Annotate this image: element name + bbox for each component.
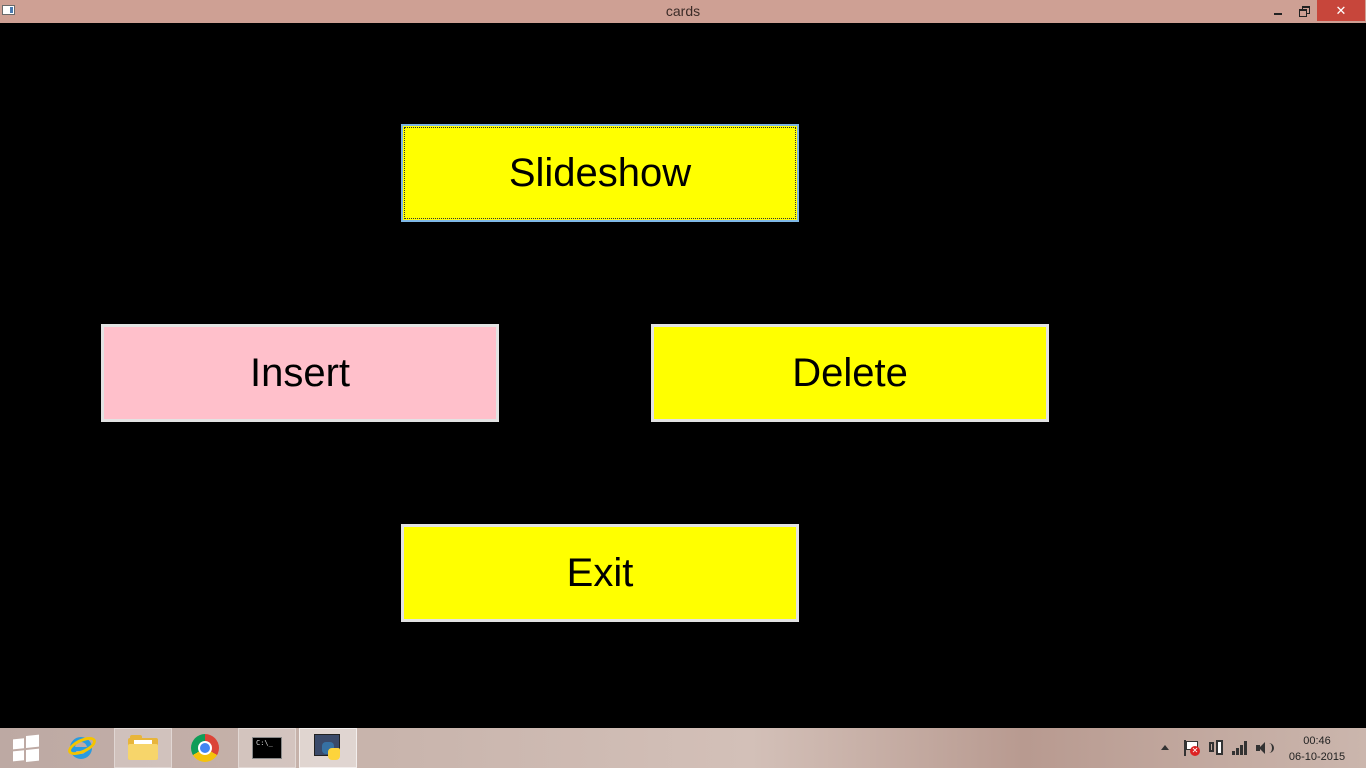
taskbar-chrome[interactable] xyxy=(175,728,235,768)
clock-date: 06-10-2015 xyxy=(1288,751,1346,763)
chevron-up-icon xyxy=(1161,745,1169,750)
start-button[interactable] xyxy=(0,728,52,768)
internet-explorer-icon xyxy=(65,733,99,763)
windows-logo-icon xyxy=(13,734,39,762)
exit-button[interactable]: Exit xyxy=(401,524,799,622)
app-client-area: Slideshow Insert Delete Exit xyxy=(0,23,1366,728)
window-title-bar[interactable]: cards ✕ xyxy=(0,0,1366,23)
taskbar-python[interactable] xyxy=(299,728,357,768)
volume-icon xyxy=(1255,739,1274,757)
minimize-icon xyxy=(1274,12,1282,15)
restore-button[interactable] xyxy=(1291,0,1317,21)
taskbar-internet-explorer[interactable] xyxy=(52,728,112,768)
folder-icon xyxy=(128,735,158,761)
delete-button-label: Delete xyxy=(792,350,908,395)
slideshow-button[interactable]: Slideshow xyxy=(401,124,799,222)
volume-button[interactable] xyxy=(1255,739,1274,757)
taskbar-command-prompt[interactable]: C:\_ xyxy=(238,728,296,768)
chrome-icon xyxy=(191,734,219,762)
minimize-button[interactable] xyxy=(1265,0,1291,21)
window-title: cards xyxy=(665,3,701,19)
power-status-button[interactable] xyxy=(1207,739,1225,757)
power-icon xyxy=(1207,739,1225,757)
clock-time: 00:46 xyxy=(1303,735,1331,747)
action-center-flag-icon: ✕ xyxy=(1182,739,1200,757)
taskbar-clock[interactable]: 00:46 06-10-2015 xyxy=(1282,733,1352,765)
insert-button[interactable]: Insert xyxy=(101,324,499,422)
show-hidden-icons-button[interactable] xyxy=(1158,738,1172,758)
taskbar-file-explorer[interactable] xyxy=(114,728,172,768)
slideshow-button-label: Slideshow xyxy=(508,150,692,195)
close-button[interactable]: ✕ xyxy=(1317,0,1365,21)
network-signal-icon xyxy=(1231,739,1249,757)
network-status-button[interactable] xyxy=(1231,739,1249,757)
exit-button-label: Exit xyxy=(566,550,634,595)
delete-button[interactable]: Delete xyxy=(651,324,1049,422)
command-prompt-icon: C:\_ xyxy=(252,737,282,759)
insert-button-label: Insert xyxy=(249,350,351,395)
close-icon: ✕ xyxy=(1335,2,1347,18)
desktop-screen: cards ✕ Slideshow Insert Delete Exit C:\… xyxy=(0,0,1366,768)
action-center-button[interactable]: ✕ xyxy=(1182,739,1200,757)
restore-icon xyxy=(1299,6,1310,17)
python-icon xyxy=(314,734,342,762)
